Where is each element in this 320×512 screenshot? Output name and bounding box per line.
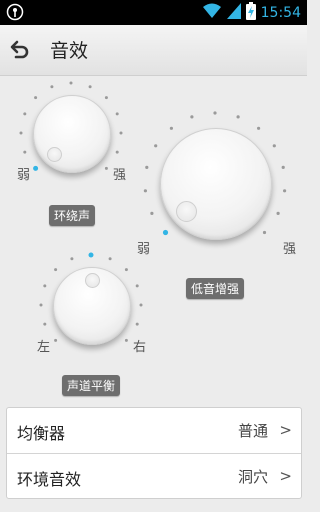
equalizer-value: 普通 bbox=[237, 422, 268, 440]
tick-dot bbox=[135, 322, 139, 326]
tick-dot bbox=[33, 165, 39, 171]
battery-icon bbox=[245, 1, 256, 24]
tick-dot bbox=[169, 126, 173, 130]
status-time: 15:54 bbox=[260, 4, 301, 21]
settings-list: 均衡器 普通 > 环境音效 洞穴 > bbox=[6, 407, 302, 499]
bass-boost-knob[interactable] bbox=[160, 128, 272, 240]
tick-dot bbox=[276, 211, 280, 215]
tick-dot bbox=[124, 268, 128, 272]
tick-dot bbox=[104, 166, 108, 170]
signal-icon bbox=[226, 2, 241, 23]
tick-dot bbox=[70, 257, 74, 261]
surround-label: 环绕声 bbox=[49, 205, 96, 226]
tick-dot bbox=[104, 96, 108, 100]
bass-boost-label: 低音增强 bbox=[186, 278, 245, 299]
tick-dot bbox=[43, 322, 47, 326]
tick-dot bbox=[115, 112, 119, 116]
back-arrow-icon[interactable] bbox=[8, 38, 32, 62]
tick-dot bbox=[23, 150, 27, 154]
knob-panel: 弱 强 环绕声 弱 强 低音增强 左 右 声道平衡 bbox=[0, 76, 307, 406]
chevron-right-icon: > bbox=[279, 467, 292, 485]
balance-knob[interactable] bbox=[53, 267, 131, 345]
tick-dot bbox=[283, 189, 287, 193]
tick-dot bbox=[39, 303, 43, 307]
tick-dot bbox=[281, 165, 285, 169]
tick-dot bbox=[135, 284, 139, 288]
tick-dot bbox=[262, 230, 267, 235]
tick-dot bbox=[139, 303, 143, 307]
tick-dot bbox=[272, 144, 276, 148]
tick-dot bbox=[150, 211, 154, 215]
tick-dot bbox=[108, 257, 112, 261]
page-title: 音效 bbox=[50, 40, 89, 62]
tick-dot bbox=[69, 81, 73, 85]
tick-dot bbox=[213, 111, 217, 115]
tick-dot bbox=[43, 284, 47, 288]
tick-dot bbox=[154, 144, 158, 148]
tick-dot bbox=[19, 131, 23, 135]
status-bar: 15:54 bbox=[0, 0, 307, 25]
tick-dot bbox=[88, 252, 94, 258]
tick-dot bbox=[236, 115, 240, 119]
balance-left-label: 左 bbox=[37, 340, 51, 355]
tick-dot bbox=[50, 85, 54, 89]
surround-knob[interactable] bbox=[33, 95, 111, 173]
surround-max-label: 强 bbox=[113, 168, 127, 183]
bass-knob-indicator bbox=[176, 201, 197, 222]
balance-knob-indicator bbox=[85, 273, 100, 288]
surround-min-label: 弱 bbox=[17, 168, 31, 183]
tick-dot bbox=[54, 268, 58, 272]
wifi-icon bbox=[202, 3, 222, 23]
bass-max-label: 强 bbox=[283, 242, 297, 257]
tick-dot bbox=[54, 338, 58, 342]
environment-label: 环境音效 bbox=[17, 470, 82, 489]
environment-value: 洞穴 bbox=[237, 468, 268, 486]
tick-dot bbox=[23, 112, 27, 116]
environment-row[interactable]: 环境音效 洞穴 > bbox=[7, 453, 301, 499]
android-notification-icon bbox=[6, 3, 24, 25]
equalizer-row[interactable]: 均衡器 普通 > bbox=[7, 408, 301, 453]
tick-dot bbox=[115, 150, 119, 154]
balance-label: 声道平衡 bbox=[62, 375, 121, 396]
tick-dot bbox=[119, 131, 123, 135]
tick-dot bbox=[124, 338, 128, 342]
chevron-right-icon: > bbox=[279, 421, 292, 439]
tick-dot bbox=[257, 126, 261, 130]
tick-dot bbox=[88, 85, 92, 89]
surround-knob-indicator bbox=[47, 147, 62, 162]
tick-dot bbox=[145, 165, 149, 169]
balance-right-label: 右 bbox=[133, 340, 147, 355]
tick-dot bbox=[162, 229, 169, 236]
action-bar: 音效 bbox=[0, 25, 307, 76]
tick-dot bbox=[190, 115, 194, 119]
tick-dot bbox=[34, 96, 38, 100]
tick-dot bbox=[143, 189, 147, 193]
equalizer-label: 均衡器 bbox=[17, 424, 66, 443]
